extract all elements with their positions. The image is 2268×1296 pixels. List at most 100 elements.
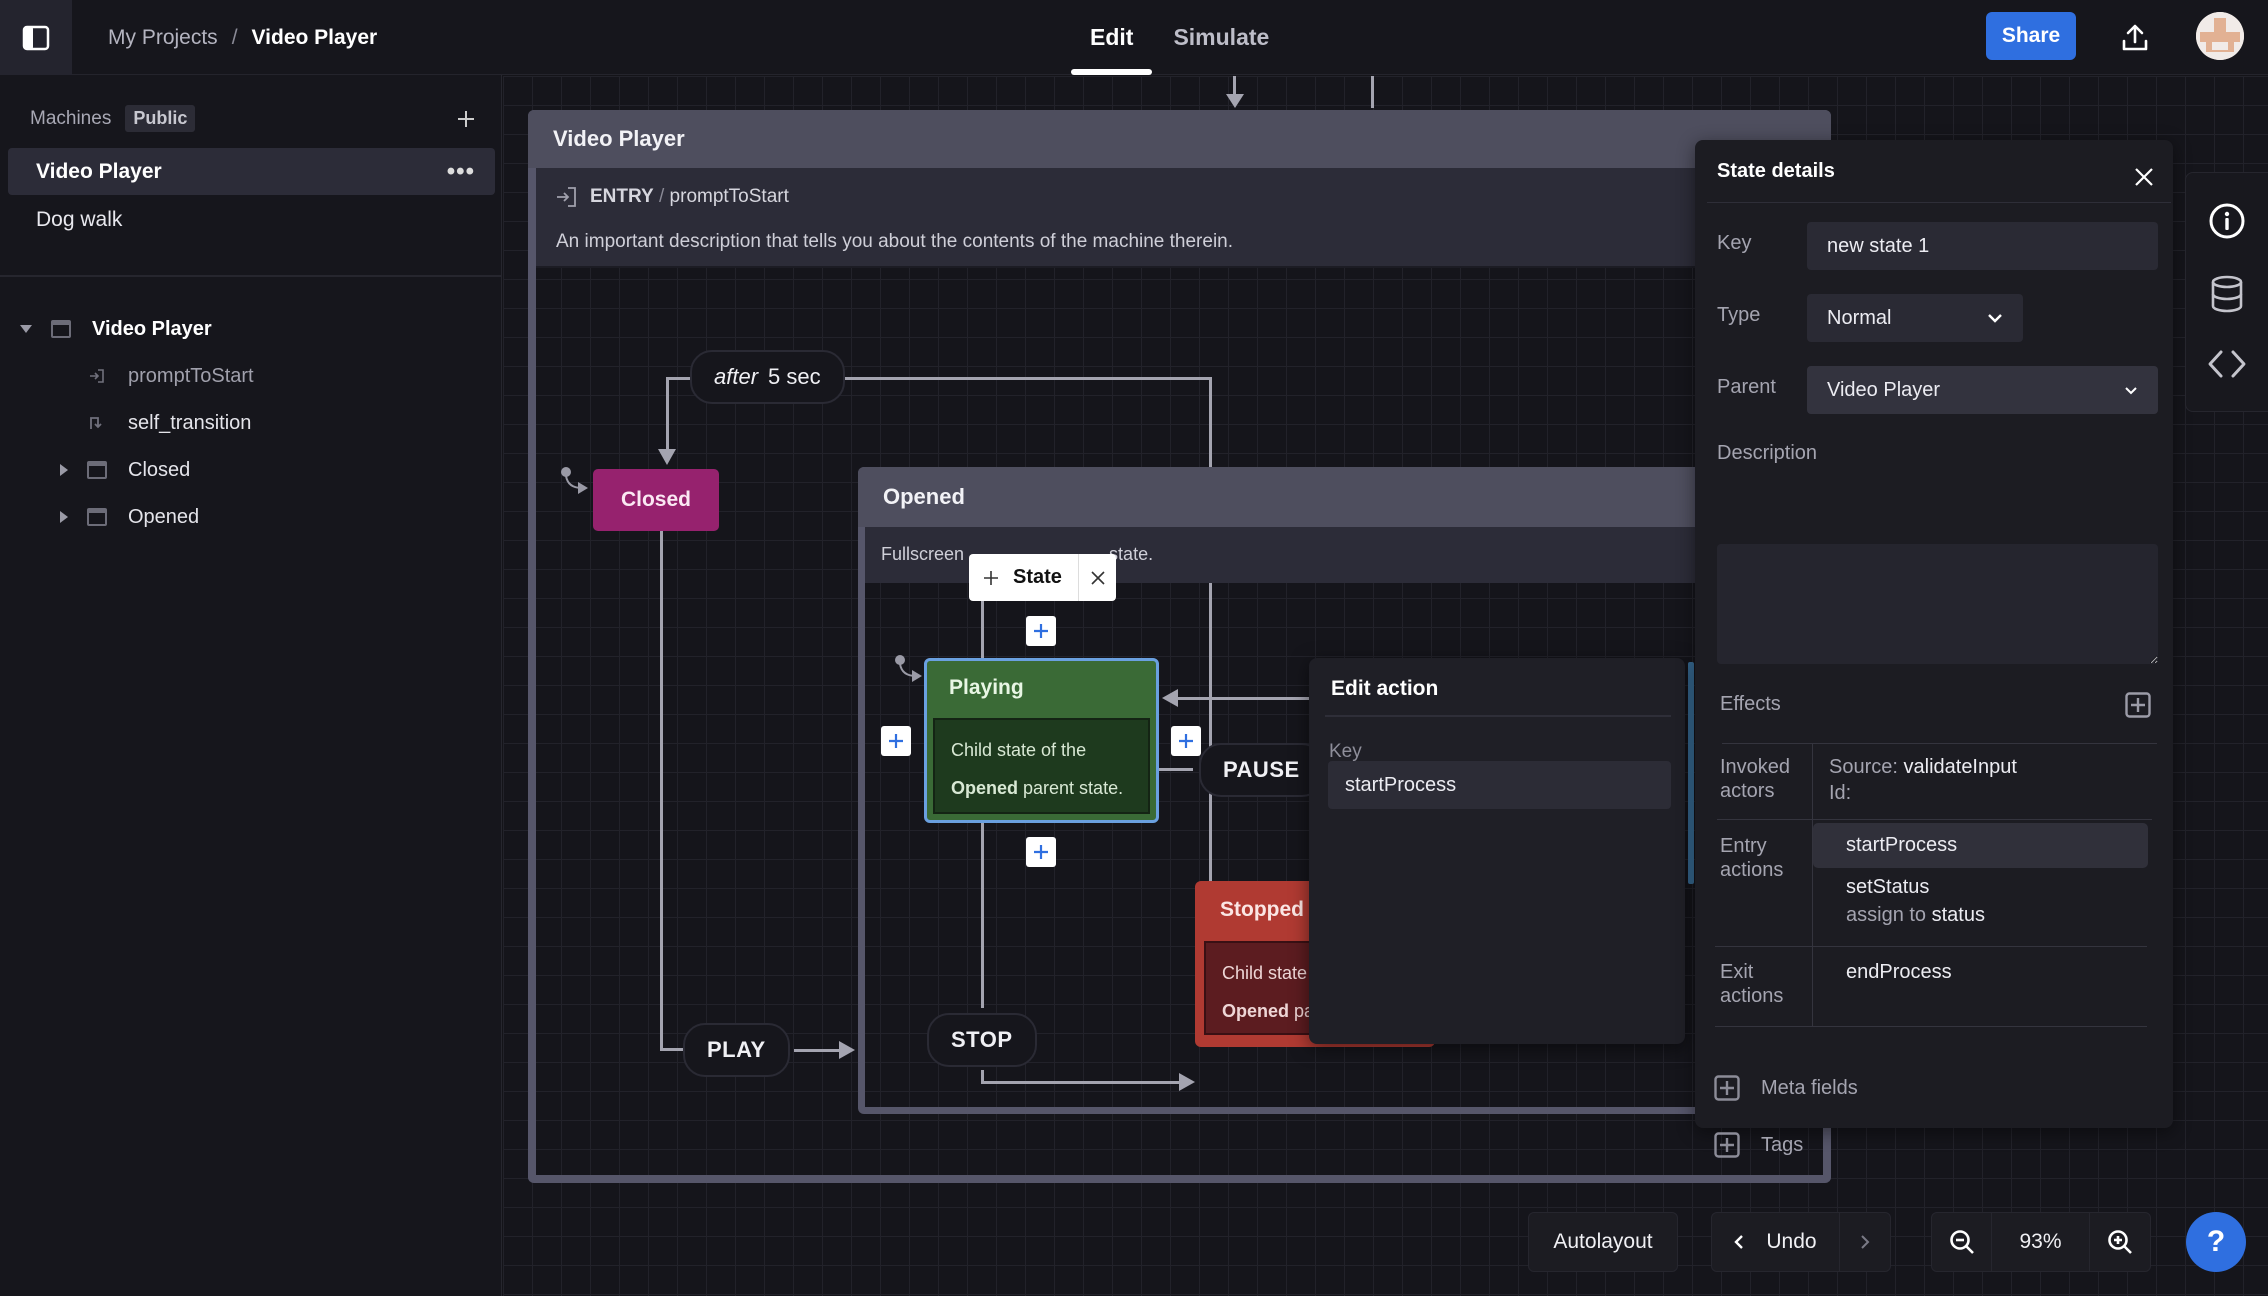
event-play[interactable]: PLAY <box>683 1023 790 1077</box>
undo-button[interactable]: Undo <box>1712 1213 1840 1271</box>
info-tab-button[interactable] <box>2206 200 2248 242</box>
type-label: Type <box>1717 304 1761 326</box>
zoom-level[interactable]: 93% <box>1992 1213 2090 1271</box>
close-panel-button[interactable] <box>2129 162 2159 192</box>
zoom-in-button[interactable] <box>2090 1213 2150 1271</box>
divider <box>1707 202 2171 203</box>
breadcrumb-separator: / <box>231 25 238 49</box>
panel-title: State details <box>1717 160 1835 182</box>
right-tool-rail <box>2185 172 2268 412</box>
tree-item-label: Closed <box>128 458 191 481</box>
breadcrumb-my-projects[interactable]: My Projects <box>108 26 218 50</box>
source-value: validateInput <box>1903 756 2017 778</box>
transition-icon <box>86 414 108 432</box>
plus-icon <box>889 734 903 748</box>
state-description: An important description that tells you … <box>556 231 1234 252</box>
divider <box>1812 744 1813 1027</box>
initial-state-marker-icon <box>561 467 588 494</box>
add-effect-button[interactable] <box>2125 692 2151 718</box>
entry-separator: / <box>658 186 665 207</box>
export-button[interactable] <box>2112 16 2158 60</box>
add-state-right-button[interactable] <box>1171 726 1201 756</box>
selected-parent: Video Player <box>1827 378 1941 401</box>
entry-action-name[interactable]: setStatus <box>1846 876 1929 899</box>
edge-line <box>981 601 984 658</box>
visibility-badge: Public <box>125 105 196 132</box>
arrowhead-icon <box>1162 689 1178 707</box>
description-rest: parent state. <box>1018 778 1124 798</box>
description-label: Description <box>1717 442 1818 464</box>
action-key-input[interactable] <box>1328 761 1671 809</box>
tree-item-opened[interactable]: Opened <box>54 500 199 534</box>
caret-right-icon[interactable] <box>54 463 74 477</box>
close-popup-button[interactable] <box>1078 554 1116 601</box>
event-pause[interactable]: PAUSE <box>1199 743 1324 797</box>
tree-item-prompt-to-start[interactable]: promptToStart <box>70 359 254 393</box>
zoom-out-button[interactable] <box>1932 1213 1992 1271</box>
chevron-down-icon <box>1988 314 2002 323</box>
autolayout-control: Autolayout <box>1528 1212 1678 1272</box>
after-duration: 5 sec <box>768 364 821 389</box>
machine-item-video-player[interactable]: Video Player ••• <box>8 148 495 195</box>
state-playing[interactable]: Playing Child state of the Opened parent… <box>924 658 1159 823</box>
context-tab-button[interactable] <box>2206 273 2248 315</box>
state-description-textarea[interactable] <box>1717 544 2158 664</box>
user-avatar[interactable] <box>2196 12 2244 60</box>
tree-item-closed[interactable]: Closed <box>54 453 190 487</box>
selection-accent-bar <box>1688 662 1694 884</box>
parent-state-name: Opened <box>951 778 1019 798</box>
state-title: Opened <box>883 484 965 509</box>
state-description-line: Child state of the <box>951 740 1087 760</box>
parent-state-select[interactable]: Video Player <box>1807 366 2158 414</box>
machine-item-dog-walk[interactable]: Dog walk <box>8 196 495 243</box>
entry-action-detail: assign to status <box>1846 904 1985 927</box>
add-state-above-button[interactable] <box>1026 616 1056 646</box>
add-state-below-button[interactable] <box>1026 837 1056 867</box>
caret-down-icon[interactable] <box>16 324 36 334</box>
tags-label: Tags <box>1761 1133 1804 1156</box>
add-state-button[interactable]: State <box>969 554 1078 601</box>
state-closed[interactable]: Closed <box>593 469 719 531</box>
machine-item-label: Video Player <box>36 159 162 183</box>
caret-right-icon[interactable] <box>54 510 74 524</box>
entry-action-row[interactable]: ENTRY / promptToStart <box>556 186 789 208</box>
add-state-popup: State <box>969 554 1116 601</box>
divider <box>1325 715 1671 717</box>
event-after-5-sec[interactable]: after 5 sec <box>690 350 845 404</box>
parent-state-name: Opened <box>1222 1001 1290 1021</box>
invoked-source[interactable]: Source: validateInput <box>1829 756 2017 779</box>
machine-item-label: Dog walk <box>36 207 123 231</box>
sidebar-toggle-button[interactable] <box>0 0 72 75</box>
entry-action-name[interactable]: startProcess <box>1846 834 1957 857</box>
statechart-canvas[interactable]: Video Player ENTRY / promptToStart An im… <box>503 76 2268 1296</box>
event-stop[interactable]: STOP <box>927 1013 1037 1067</box>
edge-line <box>794 1049 842 1052</box>
sidebar-divider <box>0 275 502 277</box>
add-machine-button[interactable] <box>452 105 480 133</box>
exit-actions-label: Exit actions <box>1720 961 1784 1007</box>
tree-item-self-transition[interactable]: self_transition <box>70 406 251 440</box>
tab-simulate[interactable]: Simulate <box>1153 0 1289 75</box>
close-icon <box>1090 570 1105 585</box>
autolayout-button[interactable]: Autolayout <box>1529 1213 1677 1271</box>
divider <box>1717 819 2152 820</box>
help-button[interactable]: ? <box>2186 1212 2246 1272</box>
add-state-left-button[interactable] <box>881 726 911 756</box>
state-key-input[interactable]: new state 1 <box>1807 222 2158 270</box>
state-type-select[interactable]: Normal <box>1807 294 2023 342</box>
close-icon <box>2135 168 2153 186</box>
database-icon <box>2211 275 2243 313</box>
add-tags-button[interactable]: Tags <box>1714 1132 1803 1158</box>
state-node-icon <box>86 508 108 526</box>
plus-square-icon <box>1714 1132 1740 1158</box>
tree-item-video-player[interactable]: Video Player <box>16 312 212 346</box>
share-button[interactable]: Share <box>1986 12 2076 60</box>
code-tab-button[interactable] <box>2206 343 2248 385</box>
exit-action-name[interactable]: endProcess <box>1846 961 1952 984</box>
add-meta-fields-button[interactable]: Meta fields <box>1714 1075 1858 1101</box>
chevron-left-icon <box>1734 1235 1744 1249</box>
more-options-icon[interactable]: ••• <box>447 158 475 186</box>
info-icon <box>2209 203 2245 239</box>
tab-edit[interactable]: Edit <box>1070 0 1153 75</box>
redo-button[interactable] <box>1840 1213 1890 1271</box>
